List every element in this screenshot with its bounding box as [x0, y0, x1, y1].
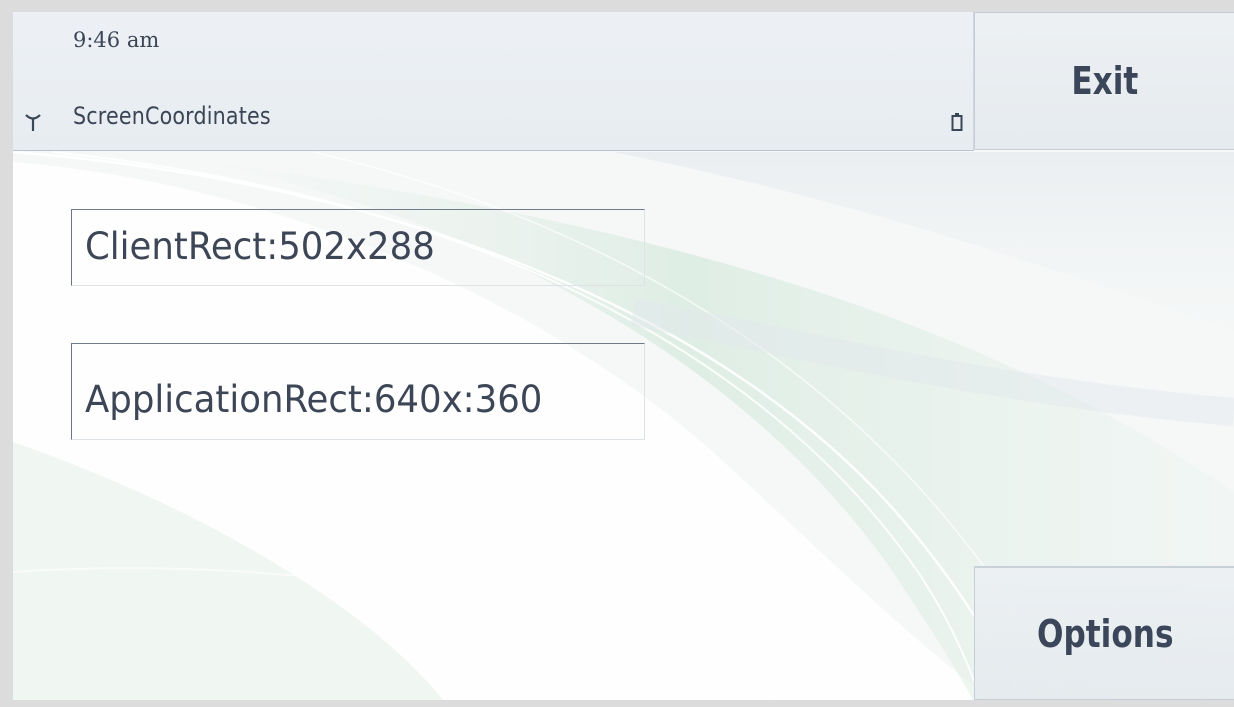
application-rect-label-box: ApplicationRect:640x:360: [71, 343, 645, 440]
application-rect-label: ApplicationRect:640x:360: [85, 378, 543, 421]
client-rect-label-box: ClientRect:502x288: [71, 209, 645, 286]
client-rect-label: ClientRect:502x288: [85, 225, 435, 268]
app-title: ScreenCoordinates: [73, 102, 271, 130]
options-softkey-label: Options: [1036, 611, 1174, 656]
exit-softkey-label: Exit: [1071, 59, 1139, 103]
app-screen: 9:46 am ScreenCoordinates Exit ClientRec…: [13, 12, 1234, 700]
exit-softkey-button[interactable]: Exit: [974, 12, 1234, 150]
status-pane: 9:46 am ScreenCoordinates: [13, 12, 974, 151]
options-softkey-button[interactable]: Options: [974, 566, 1234, 700]
signal-antenna-icon: [25, 114, 41, 131]
battery-icon: [951, 113, 963, 131]
clock-time: 9:46 am: [73, 28, 160, 52]
